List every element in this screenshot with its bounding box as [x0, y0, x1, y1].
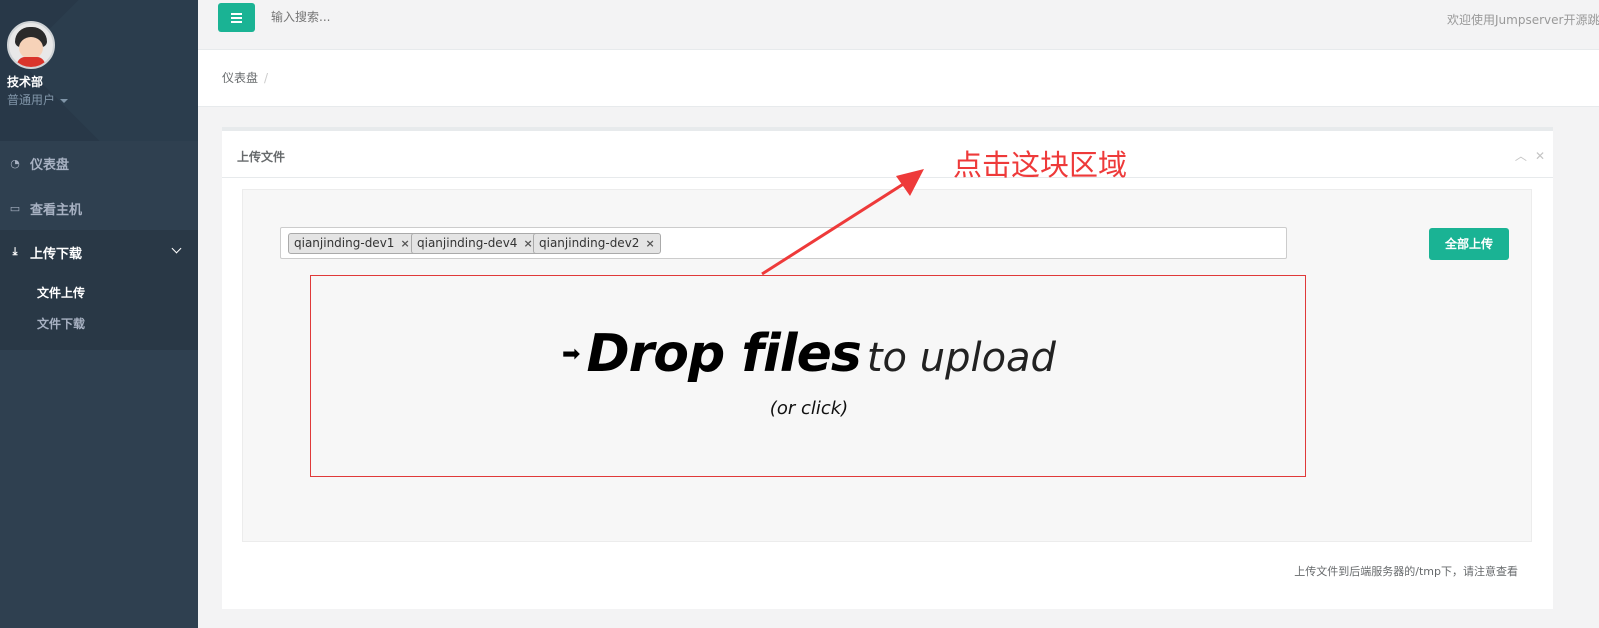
upload-footnote: 上传文件到后端服务器的/tmp下，请注意查看 — [1294, 565, 1518, 578]
dropzone-light-text: to upload — [866, 335, 1056, 381]
dropzone[interactable]: ➡ Drop files to upload (or click) — [310, 275, 1306, 477]
host-tag: qianjinding-dev1 × — [288, 233, 416, 254]
caret-down-icon — [60, 98, 69, 103]
welcome-text: 欢迎使用Jumpserver开源跳板机 — [1447, 13, 1599, 27]
upload-well: qianjinding-dev1 × qianjinding-dev4 × qian… — [242, 189, 1532, 542]
host-tag-label: qianjinding-dev2 — [539, 236, 640, 250]
host-tag: qianjinding-dev4 × — [411, 233, 539, 254]
dashboard-icon: ◔ — [10, 156, 20, 170]
host-tag-label: qianjinding-dev4 — [417, 236, 518, 250]
sidebar: 技术部 普通用户 ◔ 仪表盘 ▭ 查看主机 ⤓ 上传下载 文件上传 文件下载 — [0, 0, 198, 628]
sidebar-item-label: 上传下载 — [30, 246, 83, 262]
collapse-icon[interactable]: ︿ — [1515, 149, 1527, 163]
sidebar-item-label: 查看主机 — [30, 202, 83, 218]
topbar: 欢迎使用Jumpserver开源跳板机 — [198, 0, 1599, 50]
breadcrumb: 仪表盘 / — [222, 69, 268, 86]
sidebar-item-upload-download[interactable]: ⤓ 上传下载 — [0, 230, 198, 274]
user-department: 技术部 — [7, 75, 44, 89]
remove-icon[interactable]: × — [400, 237, 409, 250]
remove-icon[interactable]: × — [523, 237, 532, 250]
dropzone-subtext: (or click) — [769, 398, 849, 419]
breadcrumb-bar: 仪表盘 / — [198, 50, 1599, 107]
download-icon: ⤓ — [12, 245, 18, 258]
remove-icon[interactable]: × — [645, 237, 654, 250]
profile-header: 技术部 普通用户 — [0, 0, 198, 141]
sidebar-item-dashboard[interactable]: ◔ 仪表盘 — [0, 141, 198, 185]
host-tag-label: qianjinding-dev1 — [294, 236, 395, 250]
annotation-text: 点击这块区域 — [953, 148, 1128, 182]
divider — [222, 177, 1553, 178]
search-input[interactable] — [271, 10, 571, 24]
upload-all-button[interactable]: 全部上传 — [1429, 228, 1509, 260]
sidebar-subitem-file-download[interactable]: 文件下载 — [37, 315, 85, 332]
host-select-input[interactable]: qianjinding-dev1 × qianjinding-dev4 × qian… — [280, 227, 1287, 259]
menu-toggle-button[interactable] — [218, 3, 255, 32]
user-role: 普通用户 — [7, 93, 56, 107]
chevron-down-icon — [171, 243, 182, 254]
host-tag: qianjinding-dev2 × — [533, 233, 661, 254]
panel-tools: ︿ ✕ — [1507, 147, 1545, 164]
dropzone-bold-text: Drop files — [586, 324, 861, 384]
sidebar-submenu: 文件上传 文件下载 — [0, 274, 198, 350]
server-icon: ▭ — [9, 201, 21, 215]
sidebar-subitem-file-upload[interactable]: 文件上传 — [37, 284, 85, 301]
sidebar-item-hosts[interactable]: ▭ 查看主机 — [0, 186, 198, 230]
panel-title: 上传文件 — [237, 150, 286, 164]
breadcrumb-separator: / — [264, 71, 269, 85]
avatar[interactable] — [7, 21, 55, 69]
dropzone-message: ➡ Drop files to upload — [311, 324, 1307, 384]
breadcrumb-home[interactable]: 仪表盘 — [222, 71, 258, 85]
sidebar-item-label: 仪表盘 — [30, 157, 70, 173]
upload-panel: 上传文件 ︿ ✕ qianjinding-dev1 × qianjinding-de… — [222, 127, 1553, 609]
close-icon[interactable]: ✕ — [1535, 149, 1545, 163]
user-role-dropdown[interactable]: 普通用户 — [7, 91, 69, 108]
arrow-right-icon: ➡ — [562, 342, 581, 367]
